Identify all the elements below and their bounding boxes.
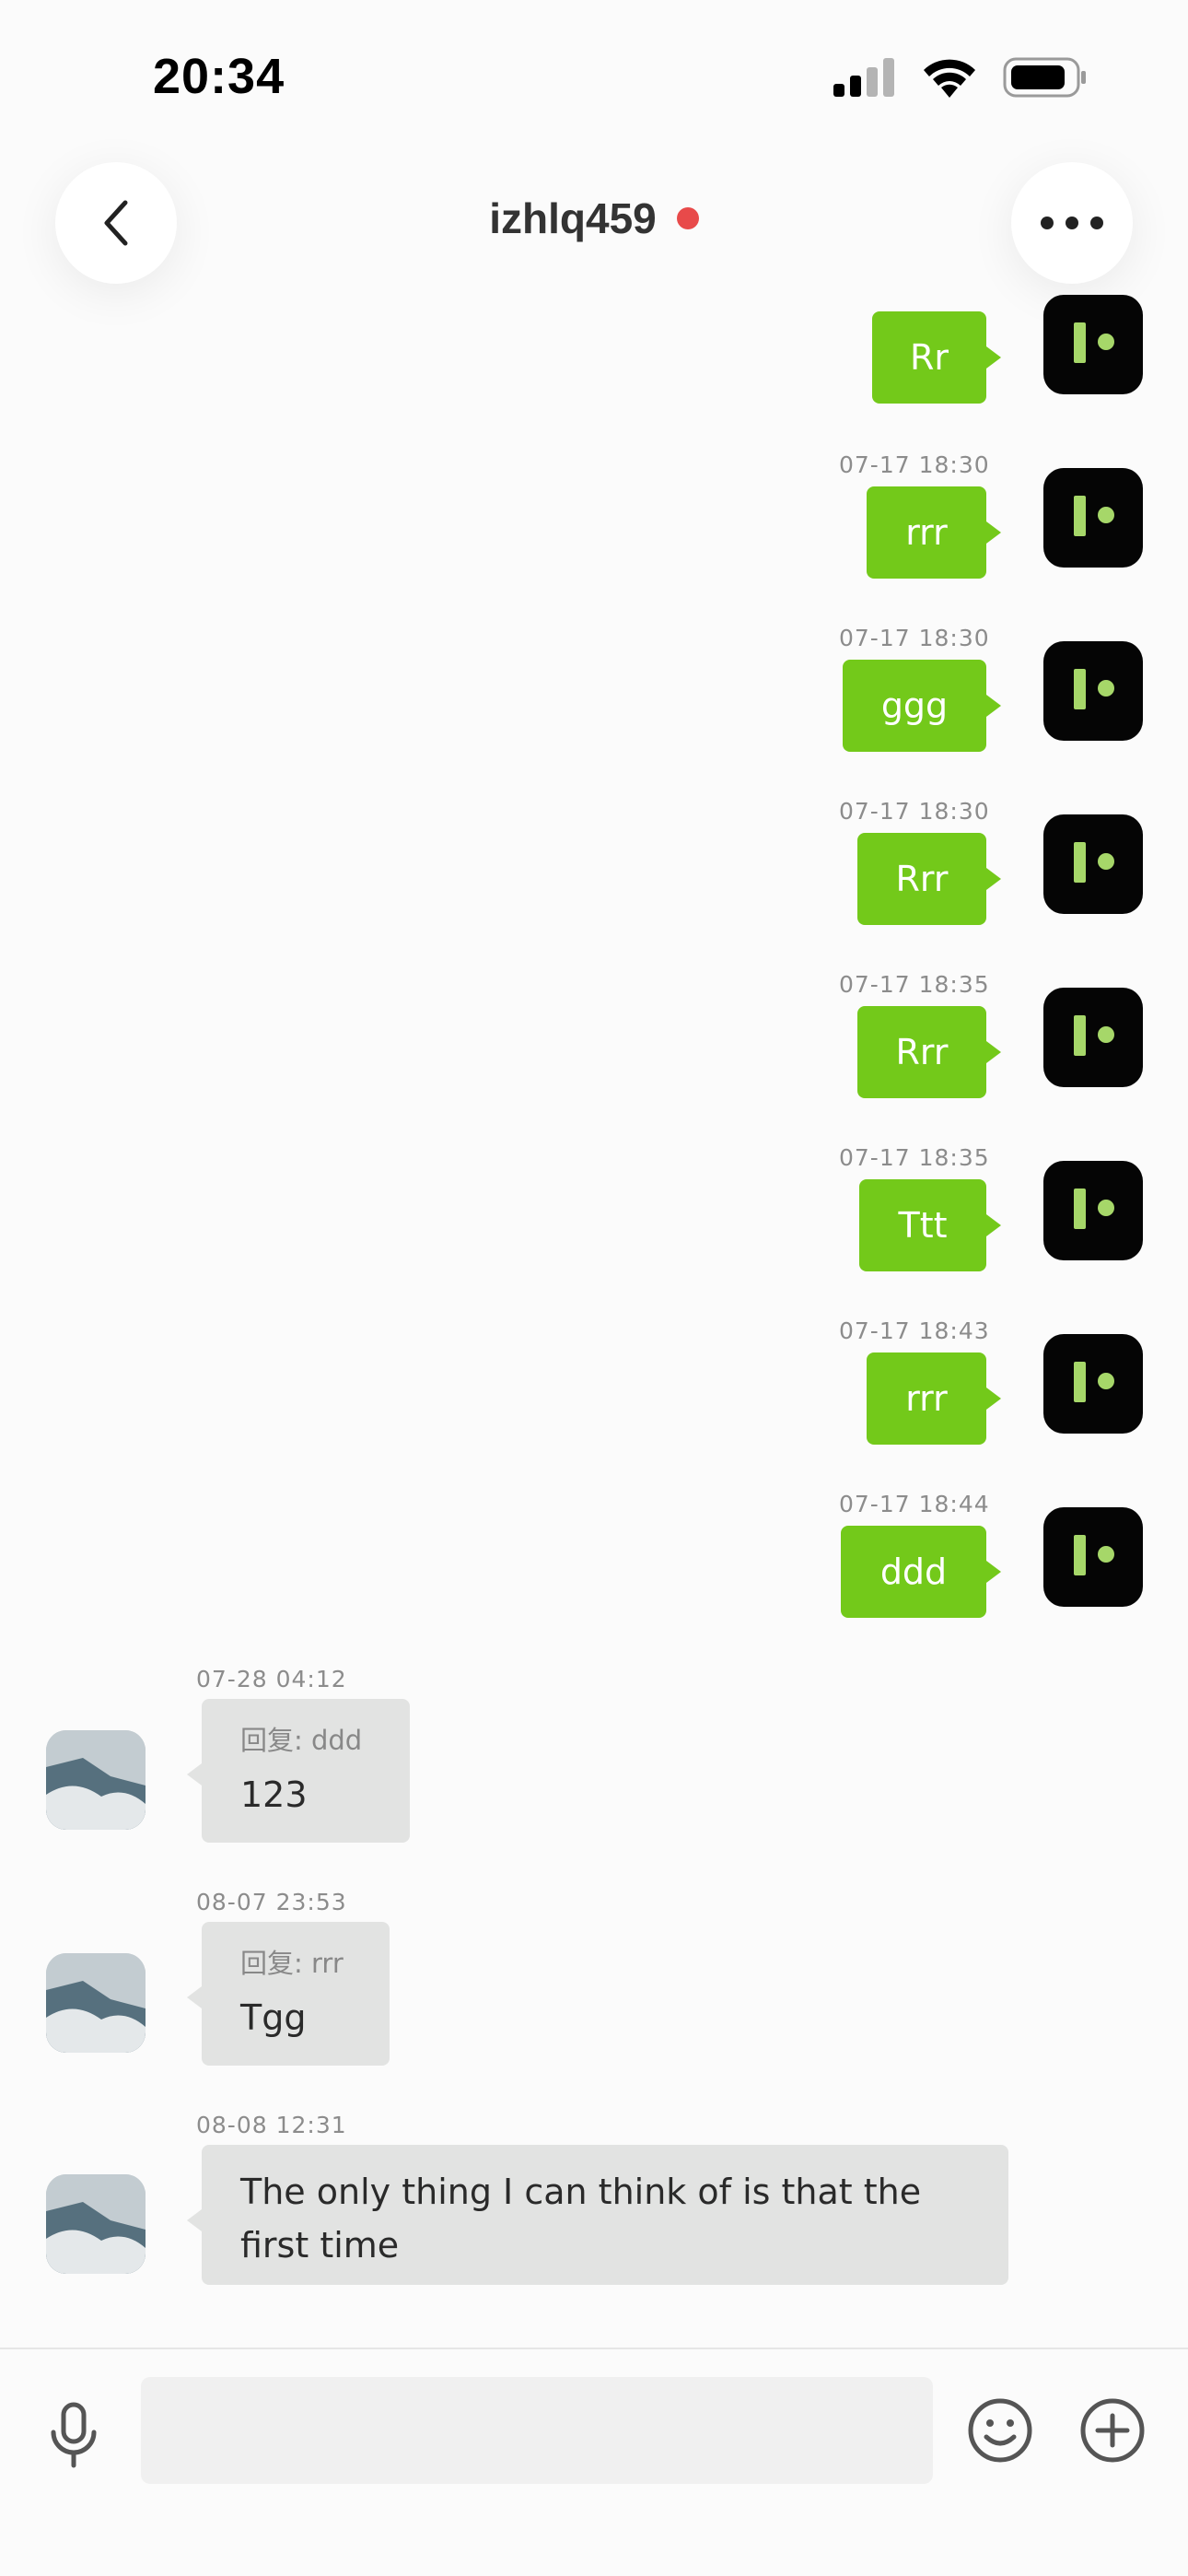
message-timestamp: 07-17 18:30 <box>839 798 990 825</box>
status-icons <box>833 57 1088 98</box>
self-avatar[interactable] <box>1043 295 1143 394</box>
message-timestamp: 07-17 18:44 <box>839 1491 990 1517</box>
contact-avatar[interactable] <box>46 2174 146 2274</box>
status-bar: 20:34 <box>0 0 1188 157</box>
chat-title: izhlq459 <box>0 193 1188 243</box>
self-avatar[interactable] <box>1043 1507 1143 1607</box>
self-avatar[interactable] <box>1043 1161 1143 1260</box>
contact-avatar[interactable] <box>46 1730 146 1830</box>
message-text: Rrr <box>895 1032 949 1072</box>
emoji-icon <box>968 2398 1032 2463</box>
emoji-button[interactable] <box>967 2397 1033 2464</box>
reply-quote: 回复: ddd <box>240 1725 363 1756</box>
outgoing-message-bubble[interactable]: Rr <box>872 311 1001 404</box>
message-timestamp: 08-08 12:31 <box>196 2112 347 2138</box>
contact-avatar[interactable] <box>46 1953 146 2053</box>
incoming-message-bubble[interactable]: 回复: rrr Tgg <box>187 1922 390 2066</box>
self-avatar[interactable] <box>1043 814 1143 914</box>
battery-icon <box>1003 57 1086 98</box>
reply-quote: 回复: rrr <box>240 1948 344 1979</box>
message-timestamp: 07-17 18:35 <box>839 1144 990 1171</box>
mountain-cloud-image <box>46 2174 146 2274</box>
outgoing-message-bubble[interactable]: Rrr <box>857 1006 1001 1098</box>
message-text: Rrr <box>895 859 949 899</box>
message-timestamp: 07-17 18:35 <box>839 971 990 998</box>
outgoing-message-bubble[interactable]: rrr <box>867 486 1001 579</box>
message-timestamp: 07-17 18:30 <box>839 451 990 478</box>
message-text: rrr <box>905 512 948 553</box>
outgoing-message-bubble[interactable]: ddd <box>841 1526 1001 1618</box>
mountain-cloud-image <box>46 1953 146 2053</box>
self-avatar[interactable] <box>1043 468 1143 568</box>
message-timestamp: 07-17 18:43 <box>839 1317 990 1344</box>
status-time: 20:34 <box>153 49 285 104</box>
online-status-dot <box>676 207 699 229</box>
message-text: ggg <box>880 685 949 726</box>
message-input-bar <box>0 2348 1188 2576</box>
incoming-message-bubble[interactable]: .bubble-in::before{top:70px;} 回复: ddd 12… <box>187 1699 410 1843</box>
chat-screen: 20:34 izhlq459 Rr 07-17 18:30 rrr 07-17 … <box>0 0 1188 2576</box>
outgoing-message-bubble[interactable]: Rrr <box>857 833 1001 925</box>
outgoing-message-bubble[interactable]: Ttt <box>859 1179 1001 1271</box>
plus-circle-icon <box>1080 2398 1145 2463</box>
contact-name: izhlq459 <box>489 194 657 242</box>
add-attachment-button[interactable] <box>1079 2397 1146 2464</box>
cellular-signal-icon <box>833 58 894 97</box>
message-timestamp: 08-07 23:53 <box>196 1889 347 1915</box>
self-avatar[interactable] <box>1043 641 1143 741</box>
message-text: ddd <box>879 1551 948 1592</box>
wifi-icon <box>924 59 975 98</box>
outgoing-message-bubble[interactable]: ggg <box>843 660 1001 752</box>
microphone-icon <box>51 2402 97 2468</box>
message-input[interactable] <box>141 2377 933 2484</box>
message-timestamp: 07-17 18:30 <box>839 625 990 651</box>
message-text: Ttt <box>898 1205 948 1246</box>
self-avatar[interactable] <box>1043 988 1143 1087</box>
message-text: Rr <box>909 337 949 378</box>
message-text: 123 <box>240 1774 308 1815</box>
outgoing-message-bubble[interactable]: rrr <box>867 1352 1001 1445</box>
mountain-cloud-image <box>46 1730 146 1830</box>
message-text: Tgg <box>240 1997 307 2038</box>
message-text: The only thing I can think of is that th… <box>240 2172 922 2266</box>
message-text: rrr <box>905 1378 948 1419</box>
more-horizontal-icon <box>1041 217 1103 229</box>
more-options-button[interactable] <box>1011 162 1133 284</box>
incoming-message-bubble[interactable]: The only thing I can think of is that th… <box>187 2145 1008 2285</box>
voice-input-button[interactable] <box>48 2401 99 2475</box>
self-avatar[interactable] <box>1043 1334 1143 1434</box>
message-timestamp: 07-28 04:12 <box>196 1666 347 1692</box>
